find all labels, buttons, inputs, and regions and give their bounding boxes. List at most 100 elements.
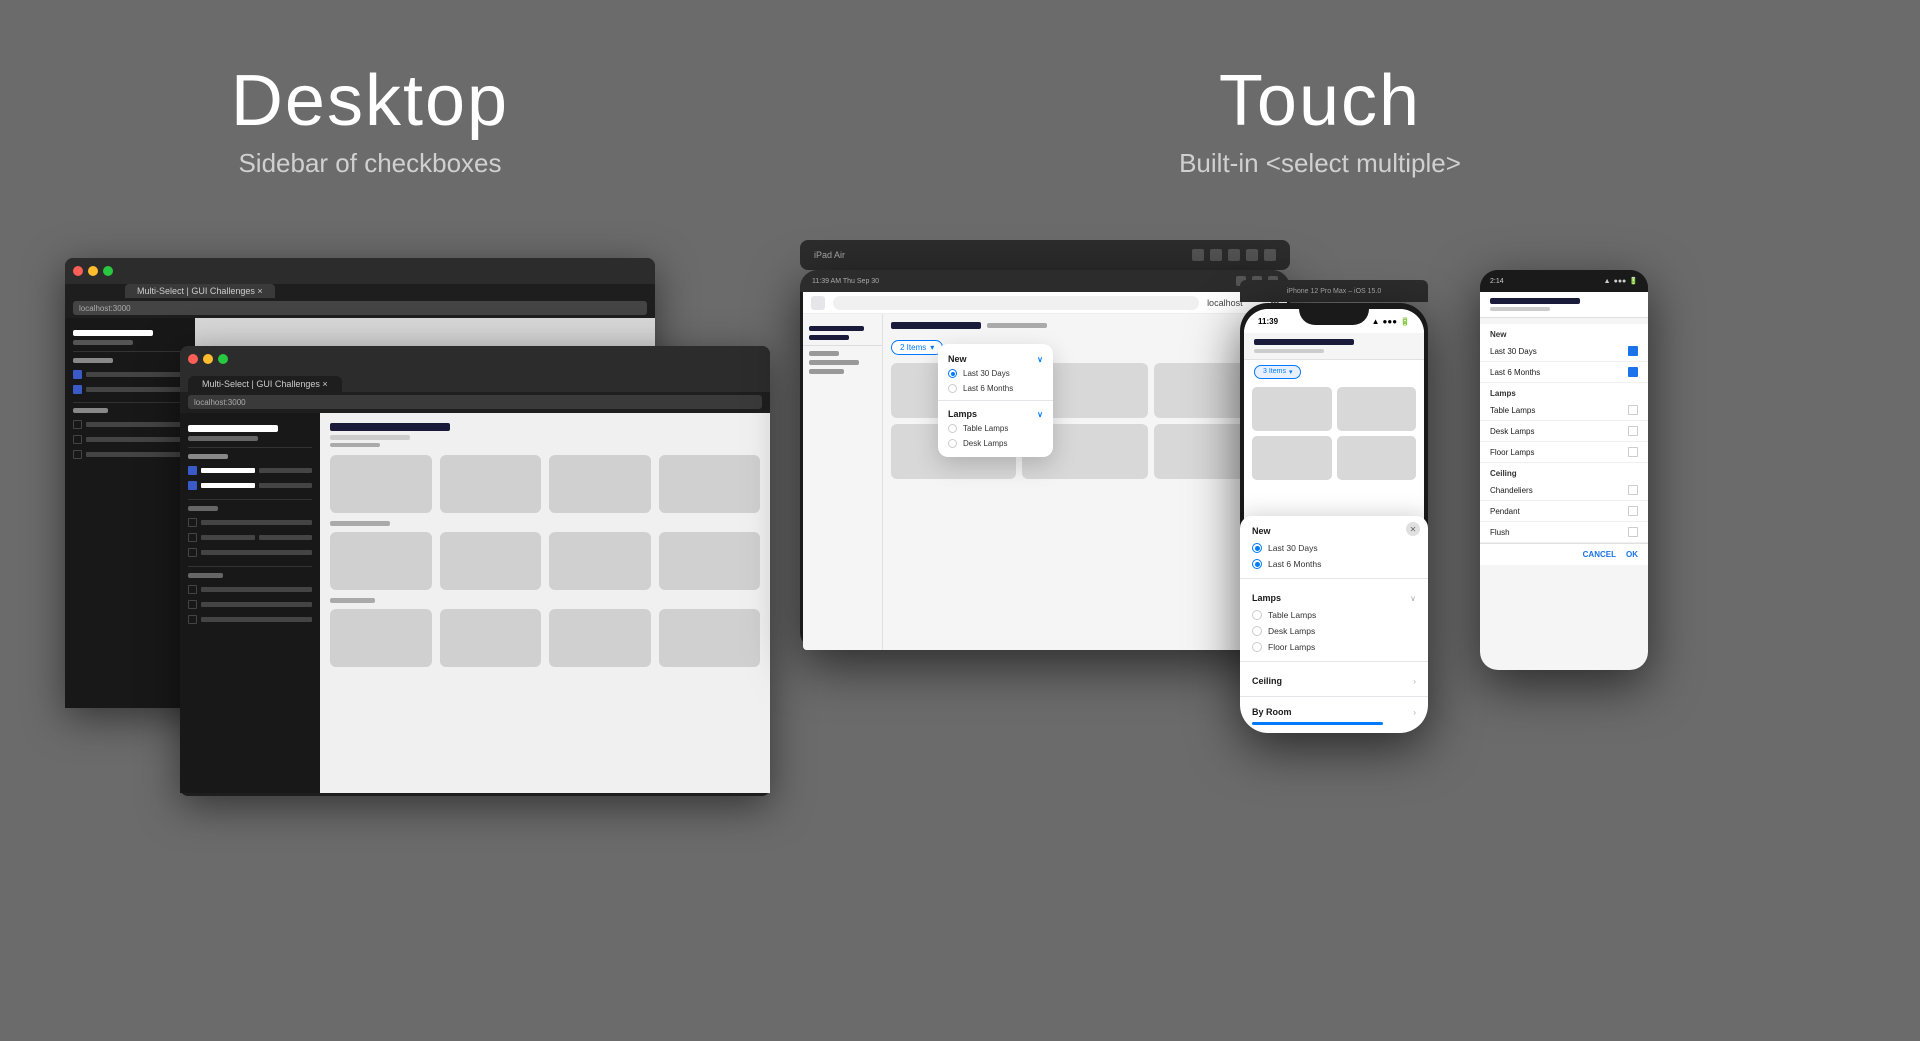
radio-last6[interactable] [948,384,957,393]
grid-cell [1337,387,1417,431]
chevron-right-icon: › [1413,708,1416,717]
sidebar-item[interactable] [180,515,320,530]
radio-desk-lamps[interactable] [948,439,957,448]
android-checkbox-table[interactable] [1628,405,1638,415]
close-btn-front[interactable] [188,354,198,364]
grid-cell [549,532,651,590]
ipad-back-btn[interactable] [811,296,825,310]
grid-cell [330,609,432,667]
chevron-icon: ∨ [1410,594,1416,603]
ios-item-last30[interactable]: Last 30 Days [1252,540,1416,556]
ios-radio-floor[interactable] [1252,642,1262,652]
android-ok-button[interactable]: OK [1626,550,1638,559]
android-checkbox-floor[interactable] [1628,447,1638,457]
iphone-device-label: iPhone 12 Pro Max – iOS 15.0 [1287,288,1382,295]
android-checkbox-desk[interactable] [1628,426,1638,436]
grid-cell [659,455,761,513]
android-checkbox-last30[interactable] [1628,346,1638,356]
android-time: 2:14 [1490,278,1504,285]
grid-cell [330,455,432,513]
android-checkbox-last6[interactable] [1628,367,1638,377]
grid-cell [659,532,761,590]
ios-radio-last30[interactable] [1252,543,1262,553]
android-list-item[interactable]: Floor Lamps [1480,442,1648,463]
desktop-subtitle: Sidebar of checkboxes [50,148,690,179]
maximize-btn-front[interactable] [218,354,228,364]
android-list-item[interactable]: Last 6 Months [1480,362,1648,383]
sidebar-item[interactable] [180,545,320,560]
desktop-title: Desktop [50,60,690,142]
ipad-device-label: iPad Air [814,250,845,260]
ipad-filter-button[interactable]: 2 Items ▾ [891,340,943,355]
android-list-item[interactable]: Flush [1480,522,1648,543]
iphone-frame: 11:39 ▲ ●●● 🔋 3 Items ▾ [1240,303,1428,733]
ios-item-desk[interactable]: Desk Lamps [1252,623,1416,639]
grid-cell [1337,436,1417,480]
ios-radio-last6[interactable] [1252,559,1262,569]
sidebar-item[interactable] [180,530,320,545]
android-list-item[interactable]: Last 30 Days [1480,341,1648,362]
touch-subtitle: Built-in <select multiple> [940,148,1700,179]
maximize-btn-back[interactable] [103,266,113,276]
iphone-filter-header [1244,333,1424,360]
sidebar-item[interactable] [180,612,320,627]
android-cancel-button[interactable]: CANCEL [1583,550,1616,559]
ios-item-floor[interactable]: Floor Lamps [1252,639,1416,655]
ios-section-new: New [1252,526,1271,536]
ipad-frame: 11:39 AM Thu Sep 30 localhost ••• [800,270,1290,650]
sidebar-item[interactable] [180,478,320,493]
android-list-item[interactable]: Desk Lamps [1480,421,1648,442]
ios-by-room: By Room [1252,707,1292,717]
grid-cell [1252,387,1332,431]
sidebar-item[interactable] [180,582,320,597]
sidebar-item[interactable] [180,597,320,612]
android-list-item[interactable]: Chandeliers [1480,480,1648,501]
chevron-right-icon: › [1413,677,1416,686]
ipad-device: iPad Air 11:39 AM Thu Sep 30 [800,240,1300,740]
ipad-search[interactable] [833,296,1199,310]
grid-cell [549,609,651,667]
chevron-down-icon: ∨ [1037,355,1043,364]
android-checkbox-flush[interactable] [1628,527,1638,537]
grid-cell [549,455,651,513]
grid-cell [659,609,761,667]
sidebar-item[interactable] [180,463,320,478]
dp-item-table-lamps[interactable]: Table Lamps [938,421,1053,436]
minimize-btn-front[interactable] [203,354,213,364]
android-section-new: New [1480,324,1648,341]
ios-item-last6[interactable]: Last 6 Months [1252,556,1416,572]
android-checkbox-chandeliers[interactable] [1628,485,1638,495]
ipad-sidebar [803,314,883,650]
grid-cell [440,455,542,513]
ios-section-ceiling: Ceiling [1252,676,1282,686]
browser-tab-front[interactable]: Multi-Select | GUI Challenges × [188,376,342,392]
minimize-btn-back[interactable] [88,266,98,276]
android-checkbox-pendant[interactable] [1628,506,1638,516]
dp-item-desk-lamps[interactable]: Desk Lamps [938,436,1053,451]
ipad-time: 11:39 AM Thu Sep 30 [812,278,879,285]
dp-new-label: New [948,354,967,364]
android-header [1480,292,1648,318]
desktop-mockup: Multi-Select | GUI Challenges × localhos… [65,258,685,738]
ipad-main-content: 2 Items ▾ [883,314,1287,650]
dp-item-last30[interactable]: Last 30 Days [938,366,1053,381]
ios-radio-table[interactable] [1252,610,1262,620]
close-btn-back[interactable] [73,266,83,276]
iphone-device: iPhone 12 Pro Max – iOS 15.0 11:39 ▲ ●●●… [1240,280,1440,733]
app-sidebar [180,413,320,793]
android-list-item[interactable]: Table Lamps [1480,400,1648,421]
android-footer: CANCEL OK [1480,543,1648,565]
ios-item-table[interactable]: Table Lamps [1252,607,1416,623]
radio-table-lamps[interactable] [948,424,957,433]
iphone-filter-button[interactable]: 3 Items ▾ [1254,365,1301,379]
browser-tab-back[interactable]: Multi-Select | GUI Challenges × [125,284,275,298]
android-list-item[interactable]: Pendant [1480,501,1648,522]
radio-last30[interactable] [948,369,957,378]
ipad-dropdown-popover: New ∨ Last 30 Days Last 6 Months [938,344,1053,457]
touch-section-heading: Touch Built-in <select multiple> [940,60,1700,179]
android-list: New Last 30 Days Last 6 Months Lamps Tab… [1480,324,1648,543]
sheet-close-btn[interactable]: ✕ [1406,522,1420,536]
dp-item-last6[interactable]: Last 6 Months [938,381,1053,396]
ios-radio-desk[interactable] [1252,626,1262,636]
chevron-down-icon: ∨ [1037,410,1043,419]
